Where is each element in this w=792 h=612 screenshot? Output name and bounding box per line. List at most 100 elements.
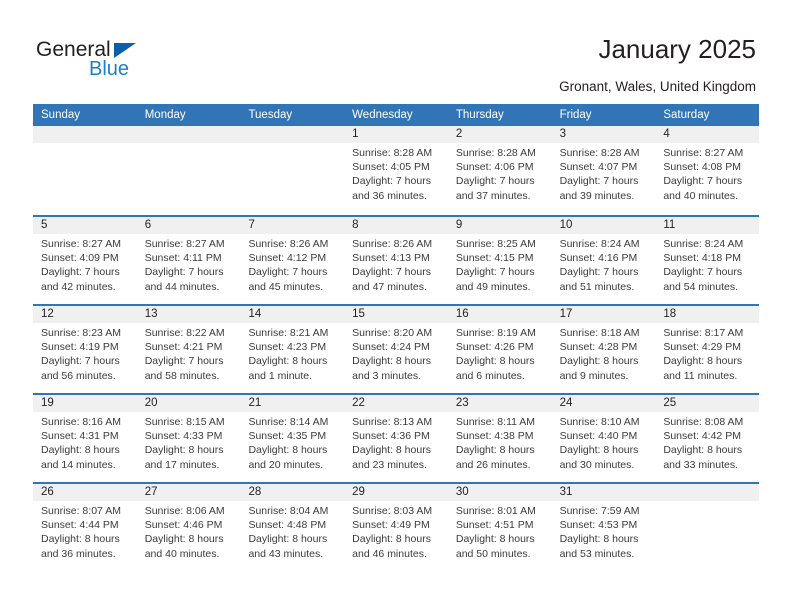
daylight-text-line1: Daylight: 8 hours [559,355,639,368]
day-details: Sunrise: 8:23 AM Sunset: 4:19 PM Dayligh… [33,323,137,383]
day-details [655,501,759,504]
sunset-text: Sunset: 4:13 PM [352,252,430,265]
day-number: 18 [655,306,760,323]
daylight-text-line2: and 43 minutes. [248,547,324,560]
day-cell[interactable]: 18 Sunrise: 8:17 AM Sunset: 4:29 PM Dayl… [655,306,760,393]
daylight-text-line1: Daylight: 7 hours [559,266,639,279]
daylight-text-line1: Daylight: 7 hours [144,355,224,368]
day-cell[interactable]: 28 Sunrise: 8:04 AM Sunset: 4:48 PM Dayl… [240,484,345,571]
daylight-text-line2: and 46 minutes. [352,547,427,560]
day-cell[interactable]: 25 Sunrise: 8:08 AM Sunset: 4:42 PM Dayl… [655,395,760,482]
day-cell[interactable]: 11 Sunrise: 8:24 AM Sunset: 4:18 PM Dayl… [655,217,760,304]
daylight-text-line2: and 33 minutes. [663,458,739,471]
daylight-text-line2: and 56 minutes. [41,369,116,382]
day-number: 22 [344,395,448,412]
sunset-text: Sunset: 4:23 PM [248,341,327,354]
sunset-text: Sunset: 4:31 PM [41,430,119,443]
triangle-icon [114,43,136,58]
sunrise-text: Sunrise: 8:27 AM [663,147,744,159]
day-cell[interactable]: 14 Sunrise: 8:21 AM Sunset: 4:23 PM Dayl… [240,306,345,393]
weekday-thursday: Thursday [455,109,504,121]
day-cell[interactable]: 15 Sunrise: 8:20 AM Sunset: 4:24 PM Dayl… [344,306,448,393]
sunset-text: Sunset: 4:28 PM [559,341,638,354]
day-cell[interactable]: 5 Sunrise: 8:27 AM Sunset: 4:09 PM Dayli… [33,217,137,304]
day-cell[interactable] [240,126,345,215]
week-row: 12 Sunrise: 8:23 AM Sunset: 4:19 PM Dayl… [33,304,760,393]
day-cell[interactable]: 27 Sunrise: 8:06 AM Sunset: 4:46 PM Dayl… [136,484,241,571]
sunset-text: Sunset: 4:11 PM [144,252,222,265]
sunrise-text: Sunrise: 8:19 AM [455,327,536,339]
day-details: Sunrise: 8:03 AM Sunset: 4:49 PM Dayligh… [344,501,448,561]
week-row: 26 Sunrise: 8:07 AM Sunset: 4:44 PM Dayl… [33,482,760,571]
day-cell[interactable]: 4 Sunrise: 8:27 AM Sunset: 4:08 PM Dayli… [655,126,760,215]
day-number: 13 [136,306,241,323]
day-cell[interactable]: 19 Sunrise: 8:16 AM Sunset: 4:31 PM Dayl… [33,395,137,482]
day-cell[interactable]: 3 Sunrise: 8:28 AM Sunset: 4:07 PM Dayli… [551,126,656,215]
day-details: Sunrise: 8:10 AM Sunset: 4:40 PM Dayligh… [552,412,656,472]
day-cell[interactable]: 2 Sunrise: 8:28 AM Sunset: 4:06 PM Dayli… [447,126,552,215]
day-details: Sunrise: 8:14 AM Sunset: 4:35 PM Dayligh… [240,412,344,472]
daylight-text-line2: and 20 minutes. [248,458,324,471]
page-subtitle: Gronant, Wales, United Kingdom [559,79,756,94]
day-cell[interactable]: 22 Sunrise: 8:13 AM Sunset: 4:36 PM Dayl… [344,395,448,482]
daylight-text-line1: Daylight: 8 hours [41,533,120,546]
daylight-text-line1: Daylight: 7 hours [559,175,639,188]
day-cell[interactable] [33,126,137,215]
sunrise-text: Sunrise: 8:21 AM [248,327,329,339]
day-details: Sunrise: 8:21 AM Sunset: 4:23 PM Dayligh… [240,323,344,383]
day-cell[interactable]: 9 Sunrise: 8:25 AM Sunset: 4:15 PM Dayli… [447,217,552,304]
day-number: 10 [551,217,656,234]
day-number [655,484,760,501]
day-cell[interactable]: 26 Sunrise: 8:07 AM Sunset: 4:44 PM Dayl… [33,484,137,571]
day-cell[interactable]: 20 Sunrise: 8:15 AM Sunset: 4:33 PM Dayl… [136,395,241,482]
day-details: Sunrise: 8:08 AM Sunset: 4:42 PM Dayligh… [655,412,759,472]
day-number: 26 [33,484,137,501]
day-cell[interactable]: 16 Sunrise: 8:19 AM Sunset: 4:26 PM Dayl… [447,306,552,393]
day-cell[interactable]: 23 Sunrise: 8:11 AM Sunset: 4:38 PM Dayl… [447,395,552,482]
day-cell[interactable]: 24 Sunrise: 8:10 AM Sunset: 4:40 PM Dayl… [551,395,656,482]
day-cell[interactable]: 13 Sunrise: 8:22 AM Sunset: 4:21 PM Dayl… [136,306,241,393]
weekday-sunday: Sunday [41,109,81,121]
daylight-text-line2: and 11 minutes. [663,369,738,382]
day-cell[interactable] [136,126,241,215]
sunrise-text: Sunrise: 8:25 AM [455,238,536,250]
day-cell[interactable]: 10 Sunrise: 8:24 AM Sunset: 4:16 PM Dayl… [551,217,656,304]
day-cell[interactable]: 1 Sunrise: 8:28 AM Sunset: 4:05 PM Dayli… [344,126,448,215]
sunset-text: Sunset: 4:35 PM [248,430,327,443]
daylight-text-line2: and 3 minutes. [352,369,422,382]
brand-logo[interactable]: General Blue [36,38,236,86]
day-number: 31 [551,484,656,501]
day-details: Sunrise: 8:15 AM Sunset: 4:33 PM Dayligh… [137,412,241,472]
sunset-text: Sunset: 4:24 PM [352,341,430,354]
day-number: 21 [240,395,345,412]
weekday-monday: Monday [144,109,186,121]
day-cell[interactable]: 21 Sunrise: 8:14 AM Sunset: 4:35 PM Dayl… [240,395,345,482]
daylight-text-line2: and 54 minutes. [663,280,739,293]
week-row: 19 Sunrise: 8:16 AM Sunset: 4:31 PM Dayl… [33,393,760,482]
sunset-text: Sunset: 4:18 PM [663,252,741,265]
day-details [137,143,241,146]
day-cell[interactable]: 8 Sunrise: 8:26 AM Sunset: 4:13 PM Dayli… [344,217,448,304]
sunset-text: Sunset: 4:44 PM [41,519,119,532]
day-number: 3 [551,126,656,143]
day-cell[interactable]: 29 Sunrise: 8:03 AM Sunset: 4:49 PM Dayl… [344,484,448,571]
daylight-text-line1: Daylight: 8 hours [144,533,224,546]
day-cell[interactable]: 7 Sunrise: 8:26 AM Sunset: 4:12 PM Dayli… [240,217,345,304]
day-details: Sunrise: 8:25 AM Sunset: 4:15 PM Dayligh… [448,234,552,294]
day-cell[interactable]: 17 Sunrise: 8:18 AM Sunset: 4:28 PM Dayl… [551,306,656,393]
day-details: Sunrise: 8:11 AM Sunset: 4:38 PM Dayligh… [448,412,552,472]
daylight-text-line1: Daylight: 8 hours [248,444,328,457]
day-cell[interactable]: 12 Sunrise: 8:23 AM Sunset: 4:19 PM Dayl… [33,306,137,393]
daylight-text-line2: and 40 minutes. [144,547,220,560]
day-cell[interactable]: 30 Sunrise: 8:01 AM Sunset: 4:51 PM Dayl… [447,484,552,571]
sunset-text: Sunset: 4:05 PM [352,161,430,174]
daylight-text-line1: Daylight: 7 hours [41,355,120,368]
sunrise-text: Sunrise: 8:18 AM [559,327,640,339]
day-details: Sunrise: 8:07 AM Sunset: 4:44 PM Dayligh… [33,501,137,561]
day-cell[interactable] [655,484,760,571]
day-details: Sunrise: 8:28 AM Sunset: 4:05 PM Dayligh… [344,143,448,203]
day-cell[interactable]: 6 Sunrise: 8:27 AM Sunset: 4:11 PM Dayli… [136,217,241,304]
day-cell[interactable]: 31 Sunrise: 7:59 AM Sunset: 4:53 PM Dayl… [551,484,656,571]
day-details: Sunrise: 8:18 AM Sunset: 4:28 PM Dayligh… [552,323,656,383]
daylight-text-line1: Daylight: 8 hours [41,444,120,457]
